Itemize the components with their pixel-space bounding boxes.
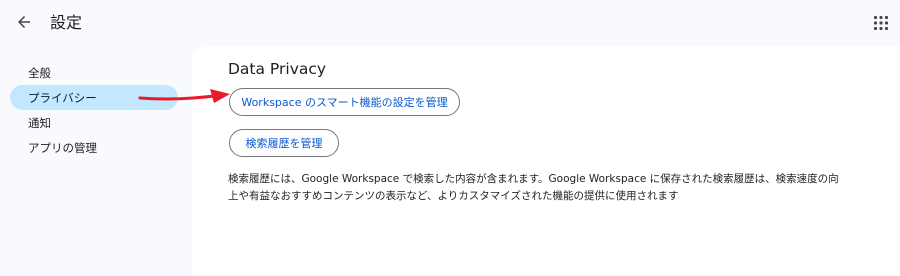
- apps-grid-icon: [873, 15, 889, 31]
- manage-search-history-button[interactable]: 検索履歴を管理: [229, 129, 339, 157]
- page-title: 設定: [50, 13, 83, 32]
- sidebar-item-general[interactable]: 全般: [10, 60, 178, 85]
- sidebar-item-label: アプリの管理: [28, 140, 97, 155]
- sidebar-item-privacy[interactable]: プライバシー: [10, 85, 178, 110]
- section-title: Data Privacy: [228, 60, 327, 78]
- sidebar-item-app-management[interactable]: アプリの管理: [10, 135, 178, 160]
- sidebar-item-label: 通知: [28, 115, 51, 130]
- back-button[interactable]: [12, 10, 36, 34]
- apps-button[interactable]: [870, 12, 892, 34]
- sidebar-nav: 全般 プライバシー 通知 アプリの管理: [0, 60, 190, 160]
- sidebar-item-label: 全般: [28, 65, 51, 80]
- search-history-description: 検索履歴には、Google Workspace で検索した内容が含まれます。Go…: [228, 173, 839, 202]
- arrow-left-icon: [18, 16, 30, 28]
- manage-workspace-smart-features-button[interactable]: Workspace のスマート機能の設定を管理: [229, 88, 460, 116]
- main-content: Data Privacy Workspace のスマート機能の設定を管理 検索履…: [192, 46, 900, 276]
- top-bar: 設定: [0, 0, 900, 46]
- sidebar-item-notifications[interactable]: 通知: [10, 110, 178, 135]
- sidebar-item-label: プライバシー: [28, 90, 97, 105]
